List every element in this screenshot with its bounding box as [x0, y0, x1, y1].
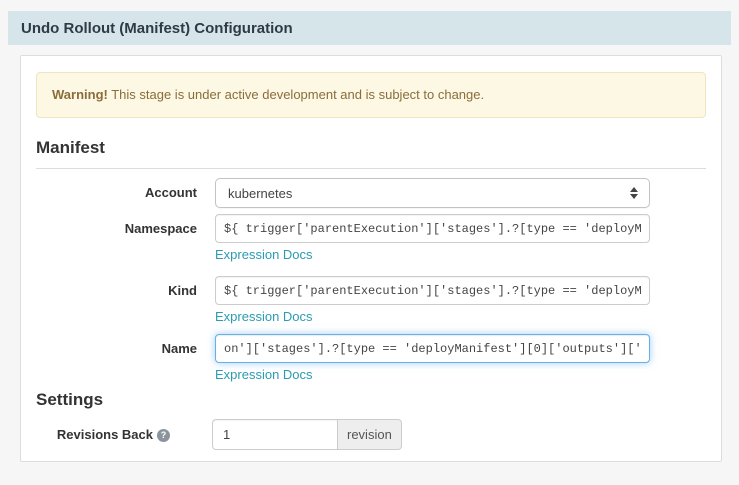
page-title: Undo Rollout (Manifest) Configuration: [21, 20, 293, 37]
stage-config-panel: Warning! This stage is under active deve…: [20, 55, 722, 462]
revisions-back-input[interactable]: [212, 419, 338, 450]
account-row: Account kubernetes: [36, 178, 706, 208]
revision-addon-label: revision: [338, 419, 402, 450]
manifest-section-title: Manifest: [36, 138, 706, 158]
kind-label: Kind: [36, 276, 197, 306]
question-circle-icon[interactable]: ?: [157, 429, 170, 442]
namespace-row: Namespace Expression Docs: [36, 214, 706, 264]
kind-expression-docs-link[interactable]: Expression Docs: [215, 309, 313, 324]
account-select[interactable]: kubernetes: [215, 178, 650, 208]
revisions-back-label: Revisions Back?: [36, 419, 170, 450]
namespace-expression-docs-link[interactable]: Expression Docs: [215, 247, 313, 262]
revisions-back-input-group: revision: [212, 419, 402, 450]
stage-config-header: Undo Rollout (Manifest) Configuration: [8, 11, 731, 45]
warning-text: This stage is under active development a…: [108, 87, 484, 102]
name-expression-docs-link[interactable]: Expression Docs: [215, 367, 313, 382]
namespace-input[interactable]: [215, 214, 650, 243]
kind-row: Kind Expression Docs: [36, 276, 706, 326]
account-label: Account: [36, 178, 197, 208]
settings-section-title: Settings: [36, 390, 706, 410]
account-select-value: kubernetes: [228, 186, 292, 201]
up-down-arrows-icon: [630, 187, 638, 199]
name-label: Name: [36, 334, 197, 364]
warning-label: Warning!: [52, 87, 108, 102]
revisions-back-row: Revisions Back? revision: [36, 419, 706, 450]
warning-alert: Warning! This stage is under active deve…: [36, 72, 706, 118]
name-row: Name Expression Docs: [36, 334, 706, 384]
namespace-label: Namespace: [36, 214, 197, 244]
kind-input[interactable]: [215, 276, 650, 305]
manifest-section-divider: [36, 168, 706, 169]
name-input[interactable]: [215, 334, 650, 363]
